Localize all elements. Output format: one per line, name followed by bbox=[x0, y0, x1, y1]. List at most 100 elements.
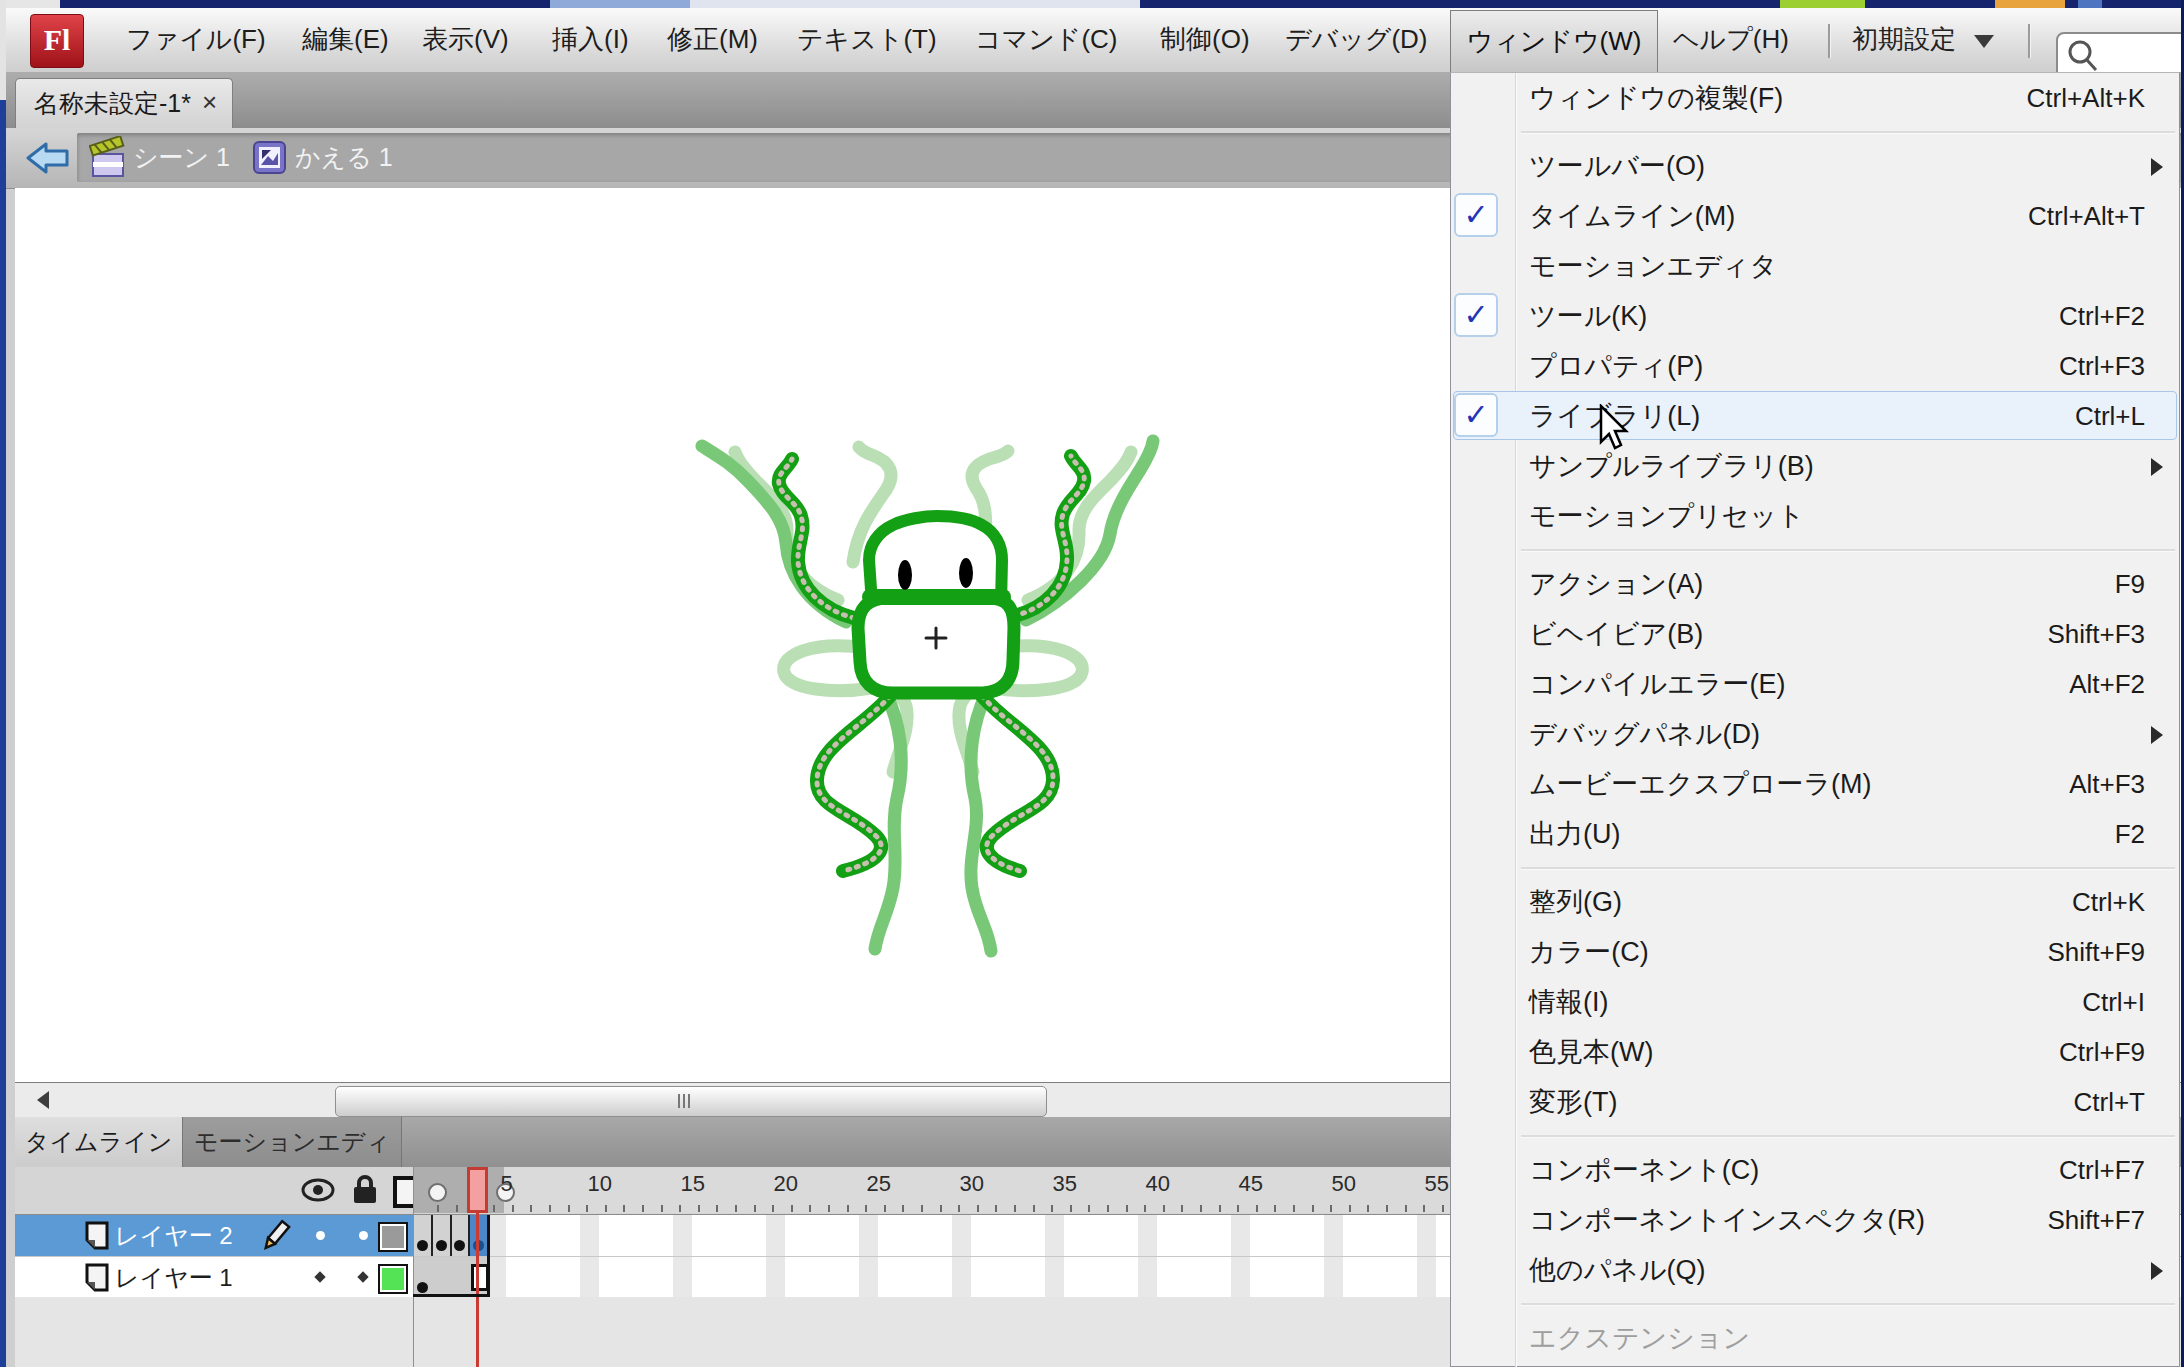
window-menu-item-14[interactable]: デバッグパネル(D) bbox=[1451, 709, 2179, 759]
menu-item-label: ウィンドウの複製(F) bbox=[1529, 73, 1783, 123]
lock-icon[interactable] bbox=[351, 1175, 379, 1205]
menu-item-shortcut: Ctrl+K bbox=[2072, 877, 2145, 927]
layer-visible-dot[interactable] bbox=[316, 1231, 325, 1240]
window-menu-item-4[interactable]: モーションエディタ bbox=[1451, 241, 2179, 291]
menu-item-1[interactable]: 編集(E) bbox=[302, 8, 389, 71]
keyframe-dot[interactable] bbox=[417, 1240, 428, 1251]
flash-logo-icon[interactable]: Fl bbox=[30, 14, 84, 68]
menu-item-label: デバッグパネル(D) bbox=[1529, 709, 1760, 759]
menu-item-6[interactable]: コマンド(C) bbox=[975, 8, 1118, 71]
playhead[interactable] bbox=[467, 1167, 488, 1213]
keyframe-dot[interactable] bbox=[417, 1282, 428, 1293]
window-menu-item-25[interactable]: コンポーネントインスペクタ(R)Shift+F7 bbox=[1451, 1195, 2179, 1245]
layer-color-swatch[interactable] bbox=[378, 1222, 408, 1252]
window-menu-item-6[interactable]: プロパティ(P)Ctrl+F3 bbox=[1451, 341, 2179, 391]
playhead-line bbox=[476, 1213, 479, 1367]
ruler-tick bbox=[568, 1205, 570, 1212]
window-menu-item-20[interactable]: 情報(I)Ctrl+I bbox=[1451, 977, 2179, 1027]
window-menu-item-8[interactable]: サンプルライブラリ(B) bbox=[1451, 441, 2179, 491]
layer-color-swatch[interactable] bbox=[378, 1264, 408, 1294]
window-menu-item-12[interactable]: ビヘイビア(B)Shift+F3 bbox=[1451, 609, 2179, 659]
window-menu-item-15[interactable]: ムービーエクスプローラ(M)Alt+F3 bbox=[1451, 759, 2179, 809]
menu-item-2[interactable]: 表示(V) bbox=[422, 8, 509, 71]
page-icon bbox=[83, 1221, 111, 1251]
layer-visible-dot[interactable] bbox=[314, 1271, 325, 1282]
ruler-tick bbox=[586, 1205, 588, 1212]
menubar-separator bbox=[2028, 24, 2031, 58]
pencil-icon bbox=[257, 1218, 293, 1254]
document-tab[interactable]: 名称未設定-1* × bbox=[15, 78, 233, 129]
window-menu-item-19[interactable]: カラー(C)Shift+F9 bbox=[1451, 927, 2179, 977]
ruler-tick bbox=[1256, 1205, 1258, 1212]
ruler-tick bbox=[754, 1205, 756, 1212]
ruler-tick bbox=[1181, 1205, 1183, 1212]
menu-item-0[interactable]: ファイル(F) bbox=[126, 8, 266, 71]
ruler-tick bbox=[698, 1205, 700, 1212]
layer-name[interactable]: レイヤー 2 bbox=[115, 1215, 233, 1256]
window-menu-item-2[interactable]: ツールバー(O) bbox=[1451, 141, 2179, 191]
layer-lock-dot[interactable] bbox=[357, 1271, 368, 1282]
window-menu-item-5[interactable]: ✓ツール(K)Ctrl+F2 bbox=[1451, 291, 2179, 341]
window-menu-item-18[interactable]: 整列(G)Ctrl+K bbox=[1451, 877, 2179, 927]
menu-item-8[interactable]: デバッグ(D) bbox=[1285, 8, 1428, 71]
ruler-number: 45 bbox=[1238, 1171, 1262, 1197]
menu-item-shortcut: Ctrl+F3 bbox=[2059, 341, 2145, 391]
menu-item-3[interactable]: 挿入(I) bbox=[552, 8, 629, 71]
ruler-tick bbox=[902, 1205, 904, 1212]
menu-help[interactable]: ヘルプ(H) bbox=[1673, 8, 1789, 71]
menu-item-4[interactable]: 修正(M) bbox=[667, 8, 758, 71]
window-menu-item-16[interactable]: 出力(U)F2 bbox=[1451, 809, 2179, 859]
workspace-switcher[interactable]: 初期設定 bbox=[1852, 8, 1994, 71]
window-menu-item-13[interactable]: コンパイルエラー(E)Alt+F2 bbox=[1451, 659, 2179, 709]
menu-item-label: ツールバー(O) bbox=[1529, 141, 1705, 191]
menu-window[interactable]: ウィンドウ(W) bbox=[1450, 10, 1658, 73]
onion-start-handle[interactable] bbox=[428, 1183, 447, 1202]
ruler-tick bbox=[493, 1205, 495, 1212]
close-icon[interactable]: × bbox=[202, 79, 217, 127]
hscrollbar-thumb[interactable] bbox=[335, 1086, 1047, 1117]
window-menu-item-21[interactable]: 色見本(W)Ctrl+F9 bbox=[1451, 1027, 2179, 1077]
window-menu-item-22[interactable]: 変形(T)Ctrl+T bbox=[1451, 1077, 2179, 1127]
ruler-tick bbox=[1107, 1205, 1109, 1212]
breadcrumb-scene[interactable]: シーン 1 bbox=[133, 133, 230, 182]
timeline-divider bbox=[413, 1167, 414, 1367]
back-arrow-icon[interactable] bbox=[26, 140, 70, 176]
menu-separator bbox=[1451, 1127, 2179, 1145]
ruler-tick bbox=[1367, 1205, 1369, 1212]
check-icon: ✓ bbox=[1454, 293, 1498, 337]
page-icon bbox=[83, 1263, 111, 1293]
layer-name[interactable]: レイヤー 1 bbox=[115, 1257, 233, 1298]
submenu-arrow-icon bbox=[2151, 158, 2163, 176]
ruler-tick bbox=[735, 1205, 737, 1212]
scroll-left-icon[interactable] bbox=[37, 1091, 49, 1109]
menu-item-label: 出力(U) bbox=[1529, 809, 1620, 859]
chevron-down-icon bbox=[1974, 35, 1994, 48]
submenu-arrow-icon bbox=[2151, 458, 2163, 476]
menu-item-label: ビヘイビア(B) bbox=[1529, 609, 1703, 659]
window-menu-item-3[interactable]: ✓タイムライン(M)Ctrl+Alt+T bbox=[1451, 191, 2179, 241]
tab-timeline[interactable]: タイムライン bbox=[15, 1117, 183, 1167]
window-menu-item-11[interactable]: アクション(A)F9 bbox=[1451, 559, 2179, 609]
menu-item-7[interactable]: 制御(O) bbox=[1160, 8, 1250, 71]
window-menu-item-24[interactable]: コンポーネント(C)Ctrl+F7 bbox=[1451, 1145, 2179, 1195]
keyframe-dot[interactable] bbox=[436, 1240, 447, 1251]
window-menu-item-7[interactable]: ✓ライブラリ(L)Ctrl+L bbox=[1451, 391, 2179, 441]
ruler-number: 15 bbox=[680, 1171, 704, 1197]
ruler-tick bbox=[884, 1205, 886, 1212]
eye-icon[interactable] bbox=[301, 1177, 335, 1203]
menu-item-shortcut: Ctrl+Alt+T bbox=[2028, 191, 2145, 241]
window-menu-item-9[interactable]: モーションプリセット bbox=[1451, 491, 2179, 541]
breadcrumb-symbol: かえる 1 bbox=[295, 133, 393, 182]
ruler-tick bbox=[1088, 1205, 1090, 1212]
menu-bar: Fl ファイル(F) 編集(E) 表示(V) 挿入(I) 修正(M) テキスト(T) コマン… bbox=[6, 8, 2184, 73]
clapperboard-icon[interactable] bbox=[89, 136, 129, 180]
symbol-icon[interactable] bbox=[253, 141, 287, 175]
window-menu-item-26[interactable]: 他のパネル(Q) bbox=[1451, 1245, 2179, 1295]
tab-motion-editor[interactable]: モーションエディタ bbox=[183, 1117, 402, 1167]
ruler-tick bbox=[530, 1205, 532, 1212]
ruler-tick bbox=[1312, 1205, 1314, 1212]
window-menu-item-0[interactable]: ウィンドウの複製(F)Ctrl+Alt+K bbox=[1451, 73, 2179, 123]
layer-lock-dot[interactable] bbox=[359, 1231, 368, 1240]
menu-item-5[interactable]: テキスト(T) bbox=[797, 8, 937, 71]
keyframe-dot[interactable] bbox=[454, 1240, 465, 1251]
